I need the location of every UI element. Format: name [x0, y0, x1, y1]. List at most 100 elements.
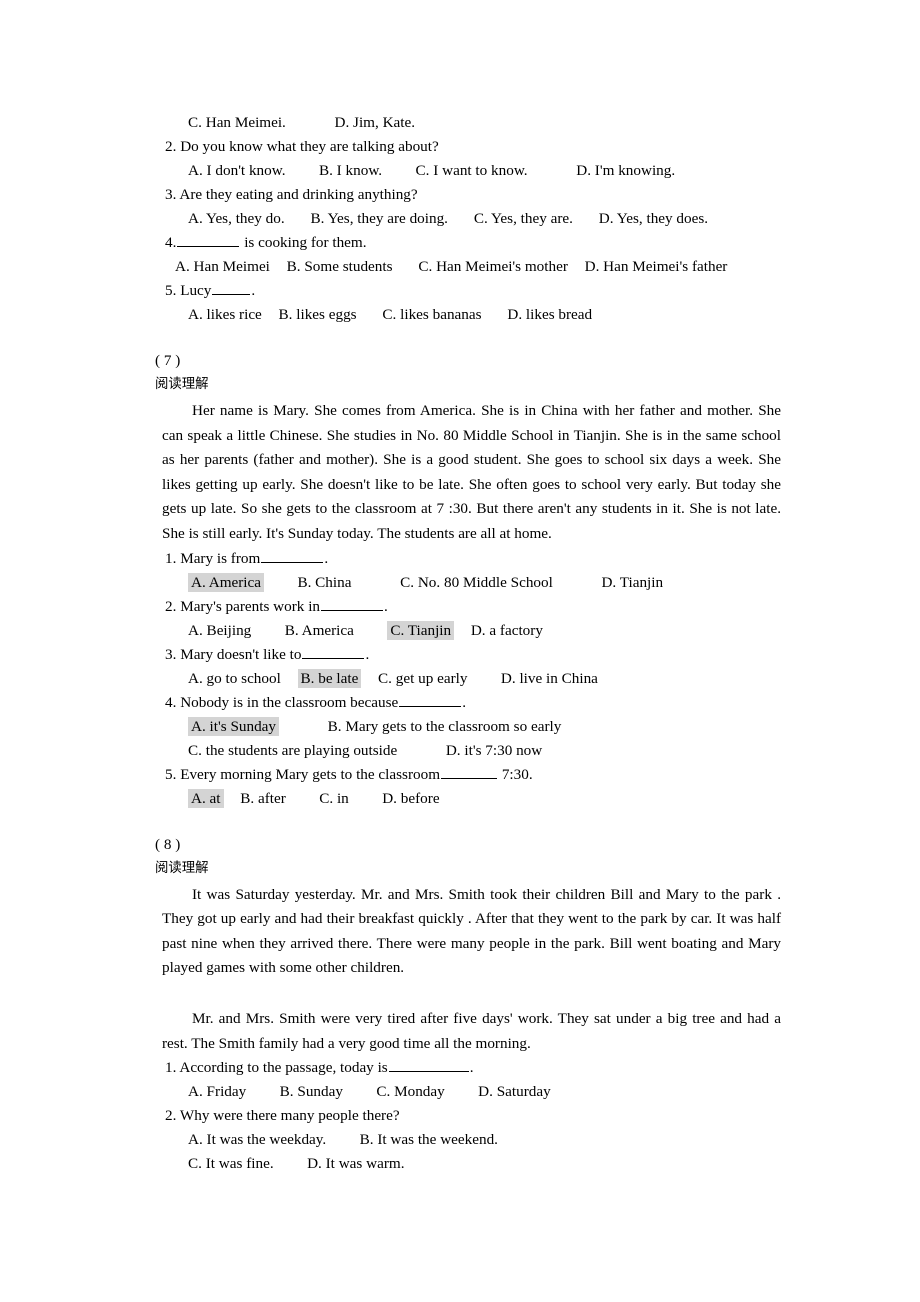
question-text: 5. Every morning Mary gets to the classr… — [165, 765, 441, 783]
question-2-stem: 2. Do you know what they are talking abo… — [165, 138, 439, 155]
question-text: 1. Mary is from — [165, 549, 261, 567]
option-d[interactable]: D. before — [382, 790, 439, 807]
section-7-number: ( 7 ) — [155, 352, 181, 369]
option-c: C. Han Meimei's mother — [418, 258, 568, 275]
question-text: 3. Mary doesn't like to — [165, 645, 302, 663]
question-period: . — [324, 549, 329, 567]
question-5-stem: 5. Lucy. — [165, 279, 782, 303]
section-7-label: 阅读理解 — [155, 377, 209, 392]
option-c: C. I want to know. — [415, 162, 528, 179]
question-text: 2. Mary's parents work in — [165, 597, 321, 615]
question-1-options-continued: C. Han Meimei. D. Jim, Kate. — [188, 111, 782, 135]
option-d[interactable]: D. a factory — [471, 622, 543, 639]
option-c[interactable]: C. No. 80 Middle School — [400, 574, 553, 591]
question-period: . — [384, 597, 388, 615]
option-b[interactable]: B. Mary gets to the classroom so early — [328, 718, 562, 735]
option-b[interactable]: B. China — [297, 574, 351, 591]
option-c: C. Han Meimei. — [188, 114, 286, 131]
section-8-passage-2: Mr. and Mrs. Smith were very tired after… — [162, 1009, 781, 1052]
s7-question-5-options: A. at B. after C. in D. before — [188, 787, 782, 811]
fill-in-blank[interactable] — [212, 280, 251, 295]
option-c[interactable]: C. in — [319, 790, 349, 807]
fill-in-blank[interactable] — [177, 232, 240, 247]
option-a: A. I don't know. — [188, 162, 286, 179]
option-a[interactable]: A. It was the weekday. — [188, 1131, 326, 1148]
question-period: . — [462, 693, 467, 711]
option-d[interactable]: D. Tianjin — [601, 574, 663, 591]
option-d: D. Jim, Kate. — [334, 114, 416, 131]
option-b: B. likes eggs — [278, 306, 357, 323]
question-period: . — [469, 1059, 474, 1077]
s7-question-2-stem: 2. Mary's parents work in. — [165, 595, 782, 619]
question-5-options: A. likes rice B. likes eggs C. likes banan… — [188, 303, 782, 327]
question-4-options: A. Han Meimei B. Some students C. Han Meim… — [175, 255, 782, 279]
option-a-selected[interactable]: A. at — [188, 788, 224, 808]
option-b-selected[interactable]: B. be late — [297, 668, 362, 688]
fill-in-blank[interactable] — [321, 596, 384, 611]
s7-question-3-stem: 3. Mary doesn't like to. — [165, 643, 782, 667]
option-c: C. likes bananas — [382, 306, 482, 323]
question-3-options: A. Yes, they do. B. Yes, they are doing. C… — [188, 207, 782, 231]
section-8-passage-1: It was Saturday yesterday. Mr. and Mrs. … — [162, 885, 781, 977]
s7-question-4-options-row1: A. it's Sunday B. Mary gets to the classr… — [188, 715, 782, 739]
s8-question-2-stem: 2. Why were there many people there? — [165, 1107, 400, 1125]
s8-question-1-options: A. Friday B. Sunday C. Monday D. Saturday — [188, 1080, 782, 1104]
s7-question-1-options: A. America B. China C. No. 80 Middle Schoo… — [188, 571, 782, 595]
question-number: 5. Lucy — [165, 282, 212, 299]
option-d: D. likes bread — [507, 306, 593, 323]
s7-question-1-stem: 1. Mary is from. — [165, 547, 782, 571]
option-b: B. Yes, they are doing. — [310, 210, 448, 227]
question-text: . — [251, 282, 256, 299]
option-c-selected[interactable]: C. Tianjin — [387, 620, 455, 640]
option-d: D. I'm knowing. — [576, 162, 676, 179]
option-c[interactable]: C. It was fine. — [188, 1155, 274, 1172]
option-a: A. Han Meimei — [175, 258, 270, 275]
question-text: 1. According to the passage, today is — [165, 1059, 388, 1077]
option-b[interactable]: B. America — [285, 622, 354, 639]
option-d[interactable]: D. It was warm. — [307, 1155, 404, 1172]
s8-question-2-options-row1: A. It was the weekday. B. It was the week… — [188, 1128, 782, 1152]
option-c[interactable]: C. get up early — [378, 670, 467, 687]
s8-question-1-stem: 1. According to the passage, today is. — [165, 1056, 782, 1080]
fill-in-blank[interactable] — [302, 644, 365, 659]
s7-question-3-options: A. go to school B. be late C. get up early… — [188, 667, 782, 691]
option-c[interactable]: C. Monday — [376, 1083, 444, 1100]
option-a: A. likes rice — [188, 306, 262, 323]
s7-question-2-options: A. Beijing B. America C. Tianjin D. a facto… — [188, 619, 782, 643]
option-d: D. Han Meimei's father — [584, 258, 728, 275]
question-text: is cooking for them. — [240, 234, 367, 251]
question-tail: 7:30. — [498, 765, 533, 783]
option-d[interactable]: D. it's 7:30 now — [446, 742, 542, 759]
option-b[interactable]: B. after — [240, 790, 286, 807]
option-b[interactable]: B. It was the weekend. — [360, 1131, 498, 1148]
question-period: . — [365, 645, 370, 663]
question-2-options: A. I don't know. B. I know. C. I want to k… — [188, 159, 782, 183]
fill-in-blank[interactable] — [388, 1057, 469, 1073]
option-b: B. I know. — [318, 162, 383, 179]
option-a[interactable]: A. Beijing — [188, 622, 251, 639]
option-a[interactable]: A. Friday — [188, 1083, 246, 1100]
document-page: C. Han Meimei. D. Jim, Kate. 2. Do you kn… — [0, 0, 920, 1302]
option-b[interactable]: B. Sunday — [280, 1083, 343, 1100]
question-3-stem: 3. Are they eating and drinking anything… — [165, 186, 418, 203]
option-a-selected[interactable]: A. America — [188, 572, 265, 592]
s7-question-4-stem: 4. Nobody is in the classroom because. — [165, 691, 782, 715]
s8-question-2-options-row2: C. It was fine. D. It was warm. — [188, 1152, 782, 1176]
question-text: 4. Nobody is in the classroom because — [165, 693, 399, 711]
section-7-passage: Her name is Mary. She comes from America… — [162, 402, 781, 542]
section-8-number: ( 8 ) — [155, 835, 181, 853]
question-number: 4. — [165, 234, 177, 251]
option-d[interactable]: D. live in China — [501, 670, 598, 687]
option-a: A. Yes, they do. — [188, 210, 285, 227]
fill-in-blank[interactable] — [441, 764, 498, 779]
section-8-label: 阅读理解 — [155, 860, 209, 876]
option-a-selected[interactable]: A. it's Sunday — [188, 716, 280, 736]
fill-in-blank[interactable] — [261, 548, 324, 563]
option-d[interactable]: D. Saturday — [478, 1083, 551, 1100]
option-c[interactable]: C. the students are playing outside — [188, 742, 397, 759]
s7-question-4-options-row2: C. the students are playing outside D. it… — [188, 739, 782, 763]
fill-in-blank[interactable] — [399, 692, 462, 707]
option-a[interactable]: A. go to school — [188, 670, 281, 687]
s7-question-5-stem: 5. Every morning Mary gets to the classr… — [165, 763, 782, 787]
